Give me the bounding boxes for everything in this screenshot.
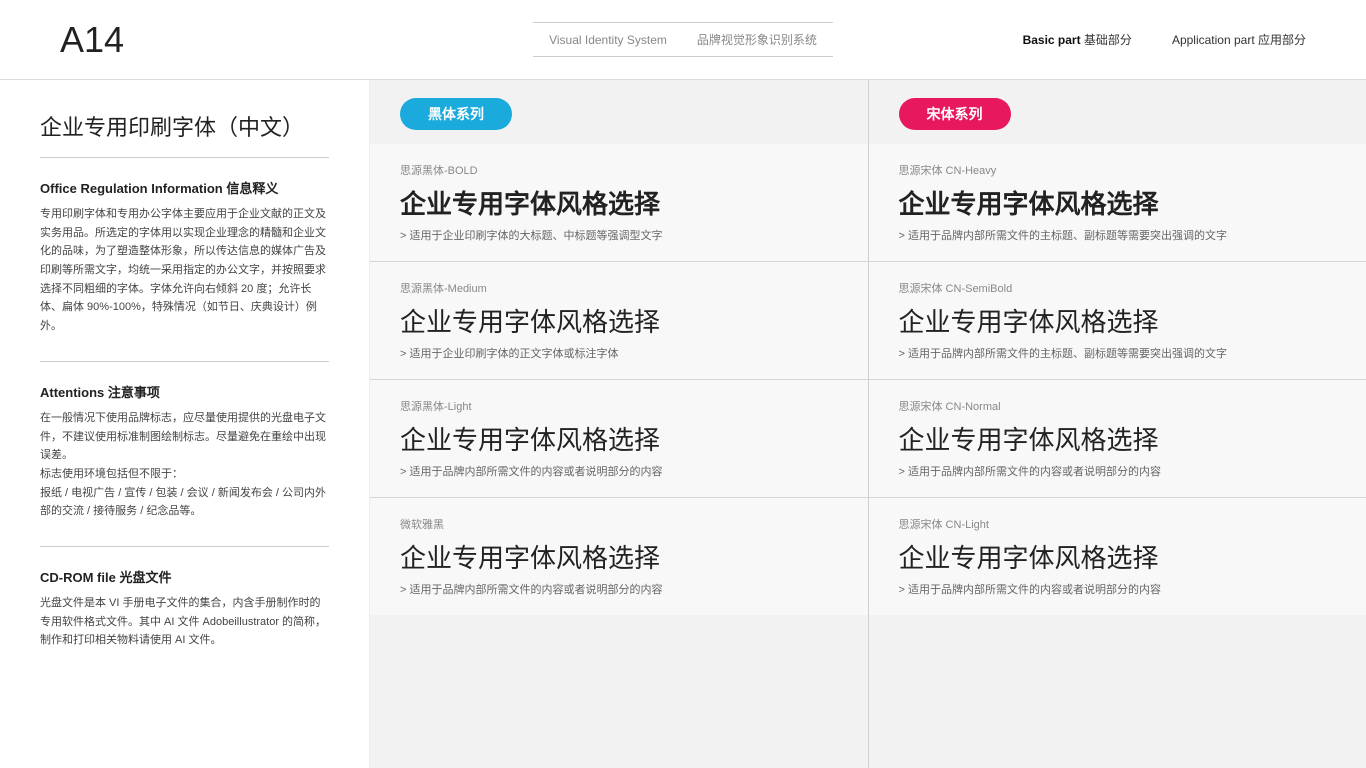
weihei-sample: 企业专用字体风格选择	[400, 538, 838, 575]
songti-semibold-sample: 企业专用字体风格选择	[899, 302, 1337, 339]
header-title-en: Visual Identity System	[549, 33, 667, 47]
sidebar: 企业专用印刷字体（中文） Office Regulation Informati…	[0, 80, 370, 768]
heiti-header: 黑体系列	[370, 80, 868, 144]
header-top-rule	[533, 22, 833, 23]
songti-header: 宋体系列	[869, 80, 1366, 144]
content-songti: 宋体系列 思源宋体 CN-Heavy 企业专用字体风格选择 > 适用于品牌内部所…	[869, 80, 1366, 768]
main-layout: 企业专用印刷字体（中文） Office Regulation Informati…	[0, 80, 1366, 768]
heiti-font-bold: 思源黑体-BOLD 企业专用字体风格选择 > 适用于企业印刷字体的大标题、中标题…	[370, 144, 868, 262]
content-heiti: 黑体系列 思源黑体-BOLD 企业专用字体风格选择 > 适用于企业印刷字体的大标…	[370, 80, 869, 768]
songti-font-normal: 思源宋体 CN-Normal 企业专用字体风格选择 > 适用于品牌内部所需文件的…	[869, 380, 1366, 498]
sidebar-section-regulation: Office Regulation Information 信息释义 专用印刷字…	[40, 178, 329, 336]
content-area: 黑体系列 思源黑体-BOLD 企业专用字体风格选择 > 适用于企业印刷字体的大标…	[370, 80, 1366, 768]
sidebar-divider-2	[40, 546, 329, 547]
page-header: A14 Visual Identity System 品牌视觉形象识别系统 Ba…	[0, 0, 1366, 80]
sidebar-section-cdrom-title: CD-ROM file 光盘文件	[40, 567, 329, 586]
header-bottom-rule	[533, 56, 833, 57]
songti-semibold-name: 思源宋体 CN-SemiBold	[899, 280, 1337, 296]
songti-light-sample: 企业专用字体风格选择	[899, 538, 1337, 575]
heiti-bold-sample: 企业专用字体风格选择	[400, 184, 838, 221]
header-title-cn: 品牌视觉形象识别系统	[697, 31, 817, 48]
heiti-medium-sample: 企业专用字体风格选择	[400, 302, 838, 339]
songti-normal-name: 思源宋体 CN-Normal	[899, 398, 1337, 414]
heiti-badge: 黑体系列	[400, 98, 512, 130]
header-titles: Visual Identity System 品牌视觉形象识别系统	[549, 31, 817, 48]
heiti-light-name: 思源黑体-Light	[400, 398, 838, 414]
heiti-medium-name: 思源黑体-Medium	[400, 280, 838, 296]
songti-font-heavy: 思源宋体 CN-Heavy 企业专用字体风格选择 > 适用于品牌内部所需文件的主…	[869, 144, 1366, 262]
songti-font-sections: 思源宋体 CN-Heavy 企业专用字体风格选择 > 适用于品牌内部所需文件的主…	[869, 144, 1366, 768]
songti-heavy-desc: > 适用于品牌内部所需文件的主标题、副标题等需要突出强调的文字	[899, 227, 1337, 243]
songti-heavy-sample: 企业专用字体风格选择	[899, 184, 1337, 221]
songti-heavy-name: 思源宋体 CN-Heavy	[899, 162, 1337, 178]
sidebar-section-regulation-body: 专用印刷字体和专用办公字体主要应用于企业文献的正文及实务用品。所选定的字体用以实…	[40, 205, 329, 336]
heiti-medium-desc: > 适用于企业印刷字体的正文字体或标注字体	[400, 345, 838, 361]
nav-application-part[interactable]: Application part 应用部分	[1172, 31, 1306, 48]
songti-light-name: 思源宋体 CN-Light	[899, 516, 1337, 532]
heiti-light-desc: > 适用于品牌内部所需文件的内容或者说明部分的内容	[400, 463, 838, 479]
heiti-font-medium: 思源黑体-Medium 企业专用字体风格选择 > 适用于企业印刷字体的正文字体或…	[370, 262, 868, 380]
songti-normal-sample: 企业专用字体风格选择	[899, 420, 1337, 457]
sidebar-section-attentions: Attentions 注意事项 在一般情况下使用品牌标志，应尽量使用提供的光盘电…	[40, 382, 329, 521]
page-logo: A14	[60, 19, 260, 61]
songti-semibold-desc: > 适用于品牌内部所需文件的主标题、副标题等需要突出强调的文字	[899, 345, 1337, 361]
sidebar-divider-1	[40, 361, 329, 362]
songti-light-desc: > 适用于品牌内部所需文件的内容或者说明部分的内容	[899, 581, 1337, 597]
sidebar-section-cdrom-body: 光盘文件是本 VI 手册电子文件的集合，内含手册制作时的专用软件格式文件。其中 …	[40, 594, 329, 650]
sidebar-title: 企业专用印刷字体（中文）	[40, 110, 329, 158]
heiti-font-light: 思源黑体-Light 企业专用字体风格选择 > 适用于品牌内部所需文件的内容或者…	[370, 380, 868, 498]
heiti-light-sample: 企业专用字体风格选择	[400, 420, 838, 457]
header-nav: Basic part 基础部分 Application part 应用部分	[1023, 31, 1306, 48]
sidebar-section-attentions-body: 在一般情况下使用品牌标志，应尽量使用提供的光盘电子文件，不建议使用标准制图绘制标…	[40, 409, 329, 521]
weihei-name: 微软雅黑	[400, 516, 838, 532]
heiti-bold-name: 思源黑体-BOLD	[400, 162, 838, 178]
sidebar-section-regulation-title: Office Regulation Information 信息释义	[40, 178, 329, 197]
weihei-desc: > 适用于品牌内部所需文件的内容或者说明部分的内容	[400, 581, 838, 597]
songti-font-semibold: 思源宋体 CN-SemiBold 企业专用字体风格选择 > 适用于品牌内部所需文…	[869, 262, 1366, 380]
heiti-font-weihei: 微软雅黑 企业专用字体风格选择 > 适用于品牌内部所需文件的内容或者说明部分的内…	[370, 498, 868, 615]
nav-basic-part[interactable]: Basic part 基础部分	[1023, 31, 1132, 48]
songti-badge: 宋体系列	[899, 98, 1011, 130]
songti-font-light: 思源宋体 CN-Light 企业专用字体风格选择 > 适用于品牌内部所需文件的内…	[869, 498, 1366, 615]
heiti-font-sections: 思源黑体-BOLD 企业专用字体风格选择 > 适用于企业印刷字体的大标题、中标题…	[370, 144, 868, 768]
sidebar-section-cdrom: CD-ROM file 光盘文件 光盘文件是本 VI 手册电子文件的集合，内含手…	[40, 567, 329, 650]
sidebar-section-attentions-title: Attentions 注意事项	[40, 382, 329, 401]
heiti-bold-desc: > 适用于企业印刷字体的大标题、中标题等强调型文字	[400, 227, 838, 243]
header-center-block: Visual Identity System 品牌视觉形象识别系统	[533, 22, 833, 57]
songti-normal-desc: > 适用于品牌内部所需文件的内容或者说明部分的内容	[899, 463, 1337, 479]
